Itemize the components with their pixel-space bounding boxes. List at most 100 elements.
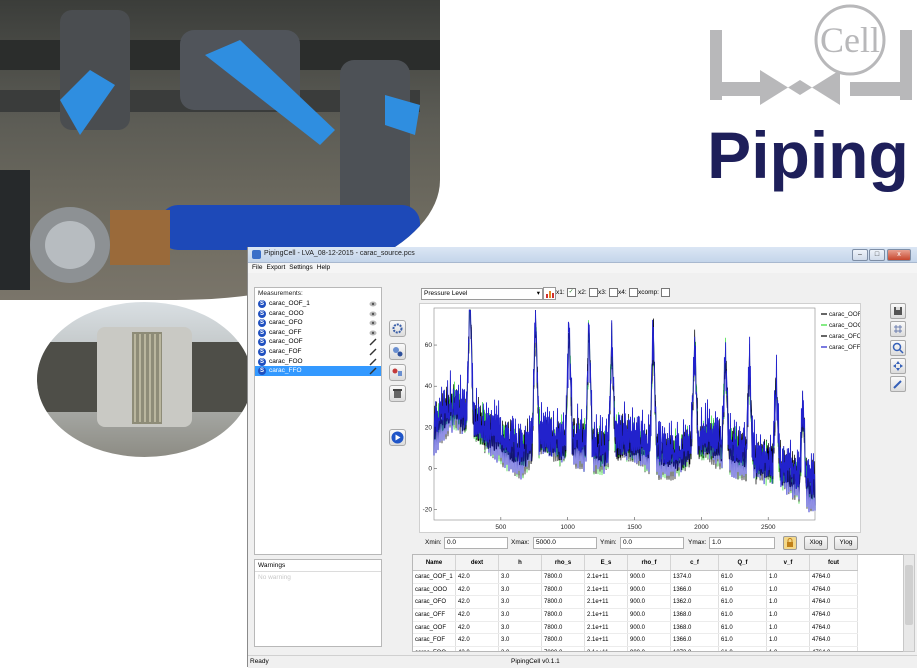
grid-button[interactable] xyxy=(890,321,906,337)
title-bar[interactable]: PipingCell - LVA_08-12-2015 - carac_sour… xyxy=(248,247,917,263)
column-header[interactable]: dext xyxy=(455,555,499,571)
settings-gear-button[interactable] xyxy=(389,320,406,337)
channel-checkbox[interactable]: x1: ✓ xyxy=(556,288,576,297)
ylog-button[interactable]: Ylog xyxy=(834,536,858,550)
process-button[interactable] xyxy=(389,343,406,360)
column-header[interactable]: h xyxy=(498,555,542,571)
table-row[interactable]: carac_OOF_1 42.0 3.0 7800.0 2.1e+11 900.0 1374… xyxy=(413,570,858,584)
table-row[interactable]: carac_OOF 42.0 3.0 7800.0 2.1e+11 900.0 1368.0… xyxy=(413,621,858,635)
eye-icon[interactable] xyxy=(369,329,377,337)
table-cell: carac_FOO xyxy=(413,646,456,651)
legend-label: carac_OFF - 1 xyxy=(829,344,860,351)
table-cell: 42.0 xyxy=(455,608,499,622)
checkbox-box[interactable] xyxy=(660,288,670,297)
table-cell: carac_OOO xyxy=(413,583,456,597)
channel-checkbox[interactable]: xcomp: xyxy=(638,288,670,297)
column-header[interactable]: fcut xyxy=(809,555,858,571)
table-cell: 1374.0 xyxy=(670,570,719,584)
menu-help[interactable]: Help xyxy=(317,263,330,273)
save-plot-button[interactable] xyxy=(890,303,906,319)
measurement-item[interactable]: Scarac_OFO xyxy=(255,318,381,328)
signal-icon: S xyxy=(258,347,266,356)
signal-icon: S xyxy=(258,367,266,376)
checkbox-box[interactable] xyxy=(588,288,598,297)
lock-icon[interactable] xyxy=(783,536,797,550)
measurement-item[interactable]: Scarac_OOO xyxy=(255,309,381,319)
xmin-label: Xmin: xyxy=(425,539,442,546)
edit-pen-icon[interactable] xyxy=(369,367,377,375)
pan-button[interactable] xyxy=(890,358,906,374)
checkbox-box[interactable] xyxy=(608,288,618,297)
measurement-item[interactable]: Scarac_FOF xyxy=(255,347,381,357)
column-header[interactable]: c_f xyxy=(670,555,719,571)
measurement-item[interactable]: Scarac_OFF xyxy=(255,328,381,338)
table-cell: 1373.0 xyxy=(670,646,719,651)
status-text: Ready xyxy=(250,658,269,665)
table-row[interactable]: carac_OOO 42.0 3.0 7800.0 2.1e+11 900.0 1366.0… xyxy=(413,583,858,597)
eye-icon[interactable] xyxy=(369,300,377,308)
y-tick-label: 40 xyxy=(425,383,433,390)
menu-settings[interactable]: Settings xyxy=(289,263,313,273)
warnings-panel: Warnings No warning xyxy=(254,559,382,647)
measurement-item[interactable]: Scarac_FFO xyxy=(255,366,381,376)
signal-icon: S xyxy=(258,357,266,366)
minimize-button[interactable]: – xyxy=(852,249,868,261)
ymax-input[interactable]: 1.0 xyxy=(709,537,775,549)
measurement-label: carac_OOF_1 xyxy=(269,300,310,307)
pipingcell-window: PipingCell - LVA_08-12-2015 - carac_sour… xyxy=(247,247,917,668)
maximize-button[interactable]: □ xyxy=(869,249,885,261)
table-cell: 7800.0 xyxy=(541,608,585,622)
measurement-item[interactable]: Scarac_FOO xyxy=(255,357,381,367)
window-title: PipingCell - LVA_08-12-2015 - carac_sour… xyxy=(264,250,415,257)
column-header[interactable]: Name xyxy=(413,555,456,571)
pressure-plot[interactable]: 500 1000 1500 2000 2500 60 40 20 0 -20 carac_OOF_1… xyxy=(419,303,861,533)
table-cell: 2.1e+11 xyxy=(584,570,628,584)
channel-checkbox[interactable]: x2: xyxy=(578,288,598,297)
menu-file[interactable]: File xyxy=(252,263,262,273)
table-cell: 61.0 xyxy=(718,583,767,597)
zoom-button[interactable] xyxy=(890,340,906,356)
table-scrollbar[interactable] xyxy=(903,554,915,652)
checkmark-icon[interactable]: ✓ xyxy=(566,288,576,297)
xmax-input[interactable]: 5000.0 xyxy=(533,537,597,549)
series-select[interactable]: Pressure Level ▾ xyxy=(421,288,543,300)
delete-button[interactable] xyxy=(389,385,406,402)
version-text: PipingCell v0.1.1 xyxy=(511,658,560,665)
measurement-item[interactable]: Scarac_OOF xyxy=(255,337,381,347)
table-cell: 900.0 xyxy=(627,621,671,635)
series-line xyxy=(433,309,816,513)
table-row[interactable]: carac_FOO42.03.07800.02.1e+11900.01373.0… xyxy=(413,646,858,651)
eye-icon[interactable] xyxy=(369,310,377,318)
table-row[interactable]: carac_OFF 42.0 3.0 7800.0 2.1e+11 900.0 1368.0… xyxy=(413,608,858,622)
measurement-item[interactable]: Scarac_OOF_1 xyxy=(255,299,381,309)
channel-checkbox[interactable]: x3: xyxy=(598,288,618,297)
table-row[interactable]: carac_OFO 42.0 3.0 7800.0 2.1e+11 900.0 1362.0… xyxy=(413,595,858,610)
xmin-input[interactable]: 0.0 xyxy=(444,537,508,549)
column-header[interactable]: E_s xyxy=(584,555,628,571)
edit-pen-icon[interactable] xyxy=(369,358,377,366)
ymin-input[interactable]: 0.0 xyxy=(620,537,684,549)
cursor-button[interactable] xyxy=(890,376,906,392)
close-button[interactable]: x xyxy=(887,249,911,261)
channel-checkbox-label: x3: xyxy=(598,289,607,297)
column-header[interactable]: rho_s xyxy=(541,555,585,571)
column-header[interactable]: v_f xyxy=(766,555,810,571)
table-cell: 3.0 xyxy=(498,570,542,584)
edit-pen-icon[interactable] xyxy=(369,348,377,356)
edit-pen-icon[interactable] xyxy=(369,338,377,346)
bar-chart-icon[interactable] xyxy=(543,287,556,300)
xlog-button[interactable]: Xlog xyxy=(804,536,828,550)
table-cell: 42.0 xyxy=(455,633,499,648)
play-button[interactable] xyxy=(389,429,406,446)
column-header[interactable]: rho_f xyxy=(627,555,671,571)
checkbox-box[interactable] xyxy=(628,288,638,297)
column-header[interactable]: Q_f xyxy=(718,555,767,571)
menu-export[interactable]: Export xyxy=(266,263,285,273)
channel-checkbox[interactable]: x4: xyxy=(618,288,638,297)
eye-icon[interactable] xyxy=(369,319,377,327)
table-cell: 1.0 xyxy=(766,570,810,584)
table-cell: 2.1e+11 xyxy=(584,633,628,648)
table-cell: carac_FOF xyxy=(413,633,456,648)
table-row[interactable]: carac_FOF 42.0 3.0 7800.0 2.1e+11 900.0 1366.0… xyxy=(413,633,858,648)
edit-button[interactable] xyxy=(389,364,406,381)
